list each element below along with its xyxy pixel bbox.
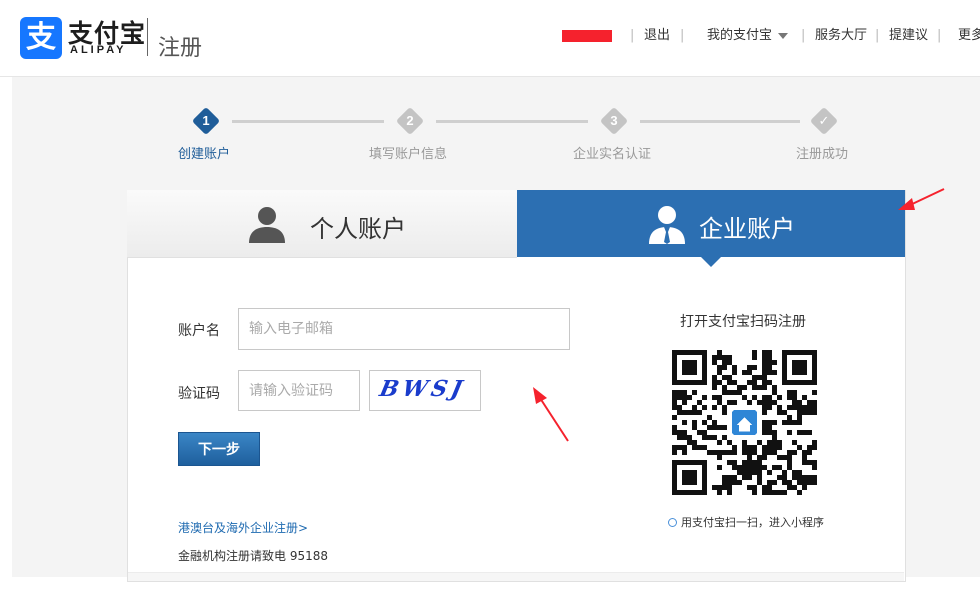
step-2-label: 填写账户信息	[369, 147, 448, 162]
step-2-icon: 2	[395, 106, 425, 136]
step-connector	[640, 120, 800, 123]
captcha-text: BWSJ	[377, 376, 469, 402]
overseas-register-link[interactable]: 港澳台及海外企业注册>	[178, 519, 308, 536]
nav-separator: |	[680, 28, 685, 43]
tab-company-account[interactable]: 企业账户	[517, 190, 905, 257]
nav-separator: |	[937, 28, 942, 43]
card-footer-strip	[128, 572, 904, 581]
step-3-icon: 3	[599, 106, 629, 136]
step-4-label: 注册成功	[796, 147, 849, 162]
nav-separator: |	[630, 28, 635, 43]
captcha-image[interactable]: BWSJ	[369, 370, 481, 411]
nav-separator: |	[801, 28, 806, 43]
alipay-logo-icon[interactable]: 支	[20, 17, 62, 59]
brand-divider	[147, 18, 148, 56]
chevron-down-icon	[778, 32, 789, 39]
tab-company-label: 企业账户	[699, 215, 795, 243]
step-4-check-icon: ✓	[809, 106, 839, 136]
hotline-number: 95188	[289, 549, 329, 563]
step-connector	[232, 120, 384, 123]
brand-name-en: ALIPAY	[70, 44, 127, 56]
feedback-link[interactable]: 提建议	[889, 27, 928, 45]
business-person-icon	[649, 206, 685, 244]
qr-code	[672, 350, 817, 495]
redacted-username	[562, 30, 612, 42]
service-hall-link[interactable]: 服务大厅	[815, 27, 867, 45]
active-tab-indicator	[700, 256, 722, 267]
step-connector	[436, 120, 588, 123]
step-3-label: 企业实名认证	[573, 147, 652, 162]
captcha-label: 验证码	[178, 386, 220, 402]
nav-separator: |	[875, 28, 880, 43]
step-1-icon: 1	[191, 106, 221, 136]
mini-program-icon	[668, 518, 677, 527]
step-1-label: 创建账户	[178, 147, 231, 162]
hotline-text: 金融机构注册请致电 95188	[178, 549, 329, 563]
page-title: 注册	[158, 36, 203, 61]
account-name-label: 账户名	[178, 323, 220, 339]
my-alipay-menu[interactable]: 我的支付宝	[707, 27, 789, 45]
tab-personal-label: 个人账户	[310, 215, 406, 243]
person-icon	[249, 207, 285, 243]
more-link[interactable]: 更多	[958, 27, 980, 45]
qr-title: 打开支付宝扫码注册	[680, 314, 806, 330]
logout-link[interactable]: 退出	[644, 27, 670, 45]
qr-caption: 用支付宝扫一扫，进入小程序	[668, 514, 824, 530]
tab-personal-account[interactable]: 个人账户	[127, 190, 517, 258]
captcha-input[interactable]	[238, 370, 360, 411]
email-input[interactable]	[238, 308, 570, 350]
next-step-button[interactable]: 下一步	[178, 432, 260, 466]
